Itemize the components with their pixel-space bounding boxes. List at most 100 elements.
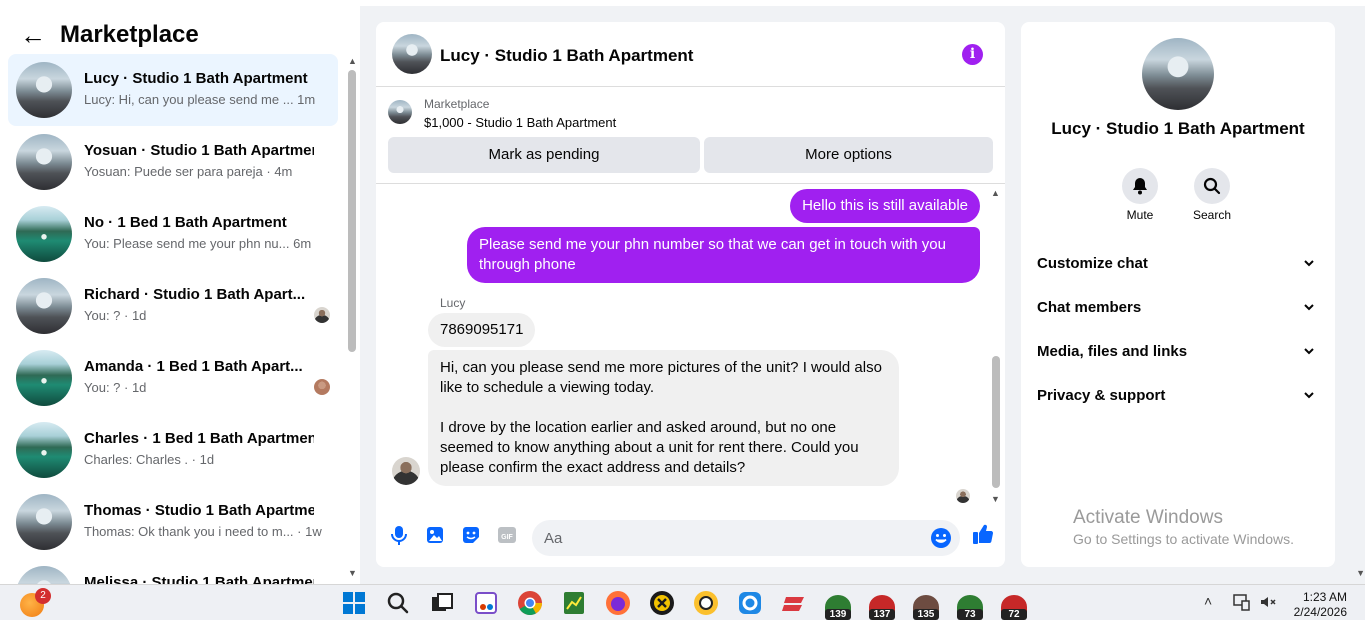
sidebar-title: Marketplace (60, 21, 199, 48)
more-options-button[interactable]: More options (704, 137, 993, 173)
seen-avatar (314, 307, 330, 323)
conversation-preview: Lucy: Hi, can you please send me ... 1m (84, 92, 316, 107)
conversation-name: Lucy · Studio 1 Bath Apartment (84, 70, 308, 87)
section-label: Privacy & support (1037, 387, 1166, 404)
chat-app-icon[interactable] (692, 589, 720, 617)
privacy-support-section[interactable]: Privacy & support (1037, 384, 1317, 408)
chat-header: Lucy · Studio 1 Bath Apartment i (376, 22, 1005, 87)
task-view-icon[interactable] (428, 589, 456, 617)
conversation-info-panel: Lucy · Studio 1 Bath Apartment Mute Sear… (1021, 22, 1335, 567)
conversation-preview: Yosuan: Puede ser para pareja · 4m (84, 164, 293, 179)
scrollbar-thumb[interactable] (348, 70, 356, 352)
outgoing-message[interactable]: Please send me your phn number so that w… (467, 227, 980, 283)
snipping-tool-icon[interactable] (472, 589, 500, 617)
mark-as-pending-button[interactable]: Mark as pending (388, 137, 700, 173)
conversation-name: Amanda · 1 Bed 1 Bath Apart... (84, 358, 303, 375)
scroll-down-arrow-icon[interactable]: ▼ (348, 568, 357, 578)
back-arrow-icon[interactable]: ← (20, 22, 46, 48)
section-label: Media, files and links (1037, 343, 1188, 360)
media-files-links-section[interactable]: Media, files and links (1037, 340, 1317, 364)
game-count: 72 (1001, 609, 1027, 620)
game-icon-3[interactable]: 135 (913, 595, 939, 620)
sticker-icon[interactable] (460, 524, 482, 546)
game-count: 137 (869, 609, 895, 620)
profile-name: Lucy · Studio 1 Bath Apartment (1051, 119, 1305, 138)
scroll-up-arrow-icon[interactable]: ▲ (991, 188, 1000, 198)
volume-muted-icon[interactable] (1258, 592, 1278, 612)
scroll-down-arrow-icon[interactable]: ▼ (991, 494, 1000, 504)
outgoing-message[interactable]: Hello this is still available (790, 189, 980, 223)
conversation-item-amanda[interactable]: Amanda · 1 Bed 1 Bath Apart... You: ? · … (8, 342, 338, 414)
network-icon[interactable] (1232, 592, 1252, 612)
listing-thumbnail (388, 100, 412, 124)
search-icon[interactable] (384, 589, 412, 617)
sidebar-scrollbar[interactable]: ▲ ▼ (346, 56, 358, 578)
emoji-icon[interactable] (930, 527, 952, 549)
chat-scrollbar[interactable]: ▲ ▼ (991, 188, 1001, 504)
thumbs-up-icon[interactable] (971, 522, 995, 546)
windows-start-icon[interactable] (340, 589, 368, 617)
info-icon[interactable]: i (962, 44, 983, 65)
chevron-up-icon[interactable]: ˄ (1204, 593, 1212, 609)
chrome-icon[interactable] (516, 589, 544, 617)
conversation-item-yosuan[interactable]: Yosuan · Studio 1 Bath Apartment Yosuan:… (8, 126, 338, 198)
sender-name: Lucy (440, 296, 466, 310)
game-icon-2[interactable]: 137 (869, 595, 895, 620)
conversation-item-melissa[interactable]: Melissa · Studio 1 Bath Apartment (8, 558, 338, 584)
finance-app-icon[interactable] (560, 589, 588, 617)
game-count: 139 (825, 609, 851, 620)
conversation-item-charles[interactable]: Charles · 1 Bed 1 Bath Apartment Charles… (8, 414, 338, 486)
conversation-name: Richard · Studio 1 Bath Apart... (84, 286, 306, 303)
conversation-item-no[interactable]: No · 1 Bed 1 Bath Apartment You: Please … (8, 198, 338, 270)
read-receipt-avatar (956, 489, 970, 503)
conversation-name: No · 1 Bed 1 Bath Apartment (84, 214, 287, 231)
notification-badge: 2 (35, 588, 51, 604)
firefox-icon[interactable] (604, 589, 632, 617)
conversation-item-richard[interactable]: Richard · Studio 1 Bath Apart... You: ? … (8, 270, 338, 342)
listing-title[interactable]: $1,000 - Studio 1 Bath Apartment (424, 115, 616, 130)
search-label: Search (1192, 208, 1232, 222)
chevron-down-icon (1304, 260, 1314, 267)
conversation-preview: Charles: Charles . · 1d (84, 452, 215, 467)
weather-icon[interactable]: 2 (20, 588, 51, 617)
exchange-app-icon[interactable] (648, 589, 676, 617)
chat-members-section[interactable]: Chat members (1037, 296, 1317, 320)
conversation-sidebar: ← Marketplace Lucy · Studio 1 Bath Apart… (0, 0, 360, 584)
game-icon-1[interactable]: 139 (825, 595, 851, 620)
windows-taskbar: 2 139 137 135 73 72 ˄ 1:23 AM 2/24/2026 (0, 584, 1365, 620)
photo-icon[interactable] (424, 524, 446, 546)
incoming-message[interactable]: 7869095171 (428, 313, 536, 347)
game-icon-4[interactable]: 73 (957, 595, 983, 620)
scrollbar-thumb[interactable] (992, 356, 1000, 488)
microphone-icon[interactable] (388, 524, 410, 546)
message-composer: GIF (376, 516, 1005, 560)
conversation-item-lucy[interactable]: Lucy · Studio 1 Bath Apartment Lucy: Hi,… (8, 54, 338, 126)
game-icon-5[interactable]: 72 (1001, 595, 1027, 620)
system-clock[interactable]: 1:23 AM 2/24/2026 (1294, 590, 1347, 620)
conversation-preview: You: ? · 1d (84, 380, 147, 395)
chat-avatar[interactable] (392, 34, 432, 74)
shield-app-icon[interactable] (736, 589, 764, 617)
search-button[interactable] (1194, 168, 1230, 204)
scroll-up-arrow-icon[interactable]: ▲ (348, 56, 357, 66)
chevron-down-icon (1304, 348, 1314, 355)
chat-window: Lucy · Studio 1 Bath Apartment i Marketp… (376, 22, 1005, 567)
conversation-name: Melissa · Studio 1 Bath Apartment (84, 574, 314, 584)
conversation-name: Yosuan · Studio 1 Bath Apartment (84, 142, 314, 159)
profile-avatar[interactable] (1142, 38, 1214, 110)
message-thread: Hello this is still available Please sen… (376, 185, 1005, 505)
seen-avatar (314, 379, 330, 395)
chevron-down-icon (1304, 304, 1314, 311)
customize-chat-section[interactable]: Customize chat (1037, 252, 1317, 276)
incoming-message[interactable]: Hi, can you please send me more pictures… (428, 350, 899, 486)
conversation-name: Thomas · Studio 1 Bath Apartment (84, 502, 314, 519)
page-scroll-down-arrow-icon[interactable]: ▼ (1356, 568, 1365, 578)
conversation-item-thomas[interactable]: Thomas · Studio 1 Bath Apartment Thomas:… (8, 486, 338, 558)
section-label: Customize chat (1037, 255, 1148, 272)
chat-title[interactable]: Lucy · Studio 1 Bath Apartment (440, 46, 693, 66)
clock-date: 2/24/2026 (1293, 605, 1347, 619)
mute-button[interactable] (1122, 168, 1158, 204)
message-input[interactable] (544, 520, 924, 556)
gif-icon[interactable]: GIF (496, 524, 518, 546)
express-vpn-icon[interactable] (780, 589, 808, 617)
